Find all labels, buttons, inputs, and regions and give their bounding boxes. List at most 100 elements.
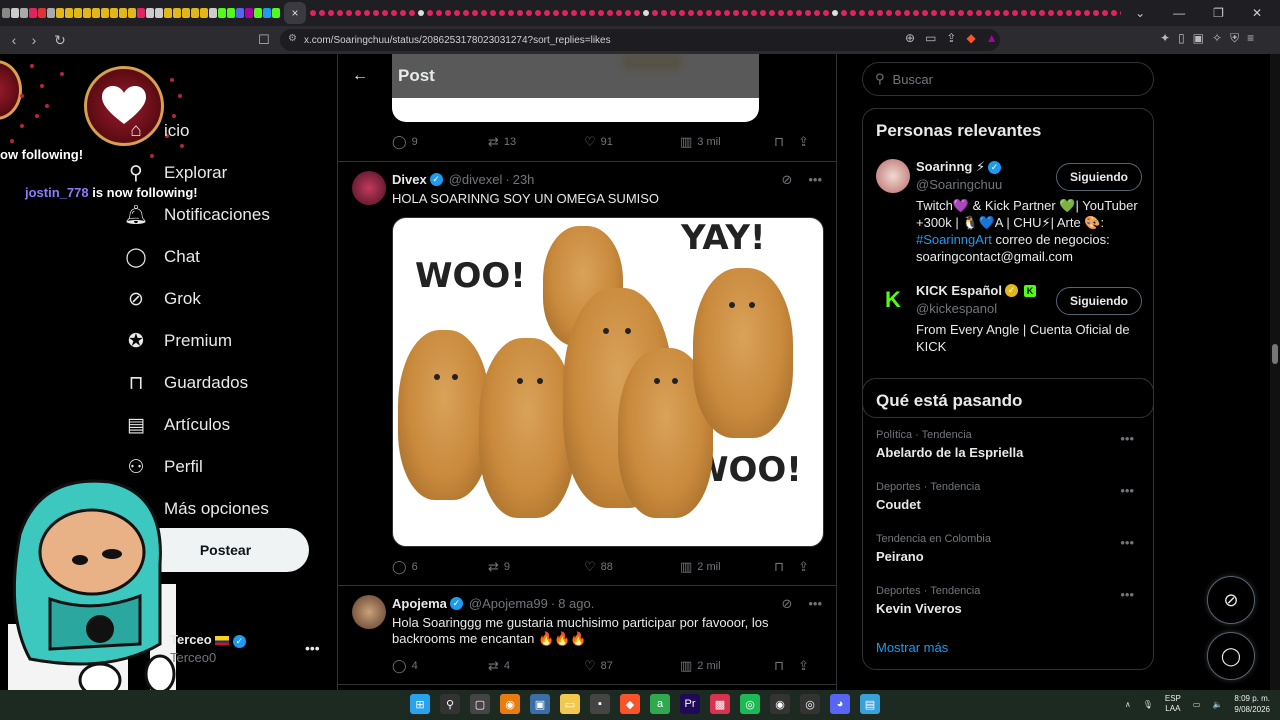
obs-icon[interactable]: ◉ (770, 694, 790, 714)
reply-button[interactable]: ◯ 4 (392, 658, 488, 674)
reply-button[interactable]: ◯ 6 (392, 559, 488, 575)
views-button[interactable]: ▥ 3 mil (680, 134, 770, 150)
pinned-tab-icon[interactable] (209, 8, 217, 18)
tab-favicon[interactable] (796, 10, 802, 16)
tab-favicon[interactable] (769, 10, 775, 16)
grok-icon[interactable]: ⊘ (781, 172, 792, 188)
tab-favicon[interactable] (562, 10, 568, 16)
back-icon[interactable]: ‹ (4, 32, 24, 48)
back-arrow-icon[interactable]: ← (352, 67, 380, 85)
nav-item-1[interactable]: ⚲ Explorar (124, 152, 270, 194)
following-button[interactable]: Siguiendo (1056, 287, 1142, 315)
clock[interactable]: 8:09 p. m. 9/08/2026 (1234, 693, 1270, 715)
pinned-tab-icon[interactable] (200, 8, 208, 18)
brave-icon[interactable]: ◆ (620, 694, 640, 714)
pinned-tab-icon[interactable] (218, 8, 226, 18)
brave-shield-icon[interactable]: ◆ (966, 31, 975, 45)
tab-favicon[interactable] (1048, 10, 1054, 16)
share-icon[interactable]: ⇪ (946, 31, 956, 45)
tweet-time[interactable]: 8 ago. (558, 596, 594, 611)
show-more-link[interactable]: Mostrar más (876, 640, 948, 655)
tab-favicon[interactable] (526, 10, 532, 16)
like-button[interactable]: ♡ 87 (584, 658, 680, 674)
tab-favicon[interactable] (868, 10, 874, 16)
tab-favicon[interactable] (400, 10, 406, 16)
monitor-icon[interactable]: ▭ (1193, 700, 1201, 709)
repost-button[interactable]: ⇄ 9 (488, 559, 584, 575)
active-tab-close-button[interactable]: × (284, 2, 306, 24)
grok-icon[interactable]: ⊘ (781, 596, 792, 612)
pinned-tab-icon[interactable] (92, 8, 100, 18)
tab-favicon[interactable] (724, 10, 730, 16)
store-icon[interactable]: ▣ (530, 694, 550, 714)
tab-favicon[interactable] (1093, 10, 1099, 16)
tab-favicon[interactable] (940, 10, 946, 16)
zoom-icon[interactable]: ⊕ (905, 31, 915, 45)
tab-favicon[interactable] (949, 10, 955, 16)
tab-favicon[interactable] (652, 10, 658, 16)
tab-favicon[interactable] (508, 10, 514, 16)
tab-favicon[interactable] (841, 10, 847, 16)
tab-favicon[interactable] (922, 10, 928, 16)
pinned-tab-icon[interactable] (155, 8, 163, 18)
share-icon[interactable]: ⇪ (798, 559, 809, 575)
tab-favicon[interactable] (877, 10, 883, 16)
pinned-tab-icon[interactable] (272, 8, 280, 18)
nav-item-5[interactable]: ✪ Premium (124, 320, 270, 362)
tab-favicon[interactable] (625, 10, 631, 16)
pinned-tab-icon[interactable] (146, 8, 154, 18)
pinned-tab-icon[interactable] (128, 8, 136, 18)
pinned-tab-icon[interactable] (254, 8, 262, 18)
share-icon[interactable]: ⇪ (798, 134, 809, 150)
pinned-tab-icon[interactable] (29, 8, 37, 18)
avatar[interactable] (876, 159, 910, 193)
nav-item-3[interactable]: ◯ Chat (124, 236, 270, 278)
tab-favicon[interactable] (436, 10, 442, 16)
tweet-author-name[interactable]: Divex (392, 172, 427, 187)
tab-favicon[interactable] (706, 10, 712, 16)
notepad-icon[interactable]: ▤ (860, 694, 880, 714)
reply-button[interactable]: ◯ 9 (392, 134, 488, 150)
forward-icon[interactable]: › (24, 32, 44, 48)
file-explorer-icon[interactable]: ▭ (560, 694, 580, 714)
repost-button[interactable]: ⇄ 4 (488, 658, 584, 674)
pinned-tab-icon[interactable] (20, 8, 28, 18)
tweet-author-handle[interactable]: @Apojema99 (469, 596, 548, 611)
messages-fab[interactable]: ◯ (1207, 632, 1255, 680)
tab-favicon[interactable] (823, 10, 829, 16)
pinned-tab-icon[interactable] (119, 8, 127, 18)
tab-favicon[interactable] (382, 10, 388, 16)
rewards-icon[interactable]: ▲ (986, 31, 998, 45)
nav-item-6[interactable]: ⊓ Guardados (124, 362, 270, 404)
tab-favicon[interactable] (463, 10, 469, 16)
windows-start-icon[interactable]: ⊞ (410, 694, 430, 714)
tab-favicon[interactable] (571, 10, 577, 16)
tab-favicon[interactable] (1084, 10, 1090, 16)
scrollbar[interactable] (1270, 54, 1280, 690)
tab-favicon[interactable] (850, 10, 856, 16)
tab-favicon[interactable] (328, 10, 334, 16)
pinned-tab-icon[interactable] (74, 8, 82, 18)
pinned-tab-icon[interactable] (11, 8, 19, 18)
grok-fab[interactable]: ⊘ (1207, 576, 1255, 624)
bookmark-icon[interactable]: ⊓ (774, 134, 784, 150)
pinned-tab-icon[interactable] (245, 8, 253, 18)
pinned-tab-icon[interactable] (137, 8, 145, 18)
pinned-tab-icon[interactable] (2, 8, 10, 18)
account-switcher[interactable]: Terceo ✓ Terceo0 (170, 632, 249, 665)
nav-item-0[interactable]: ⌂ icio (124, 110, 270, 152)
app-icon[interactable]: a (650, 694, 670, 714)
person-handle[interactable]: @Soaringchuu (916, 177, 1002, 192)
tab-favicon[interactable] (742, 10, 748, 16)
site-info-icon[interactable]: ⚙ (288, 33, 297, 44)
tab-favicon[interactable] (1057, 10, 1063, 16)
tab-favicon[interactable] (1003, 10, 1009, 16)
tab-favicon[interactable] (1039, 10, 1045, 16)
views-button[interactable]: ▥ 2 mil (680, 658, 770, 674)
tab-favicon[interactable] (886, 10, 892, 16)
tab-favicon[interactable] (895, 10, 901, 16)
tab-search-icon[interactable]: ⌄ (1135, 6, 1145, 20)
tab-favicon[interactable] (355, 10, 361, 16)
pinned-tab-icon[interactable] (173, 8, 181, 18)
tab-favicon[interactable] (976, 10, 982, 16)
